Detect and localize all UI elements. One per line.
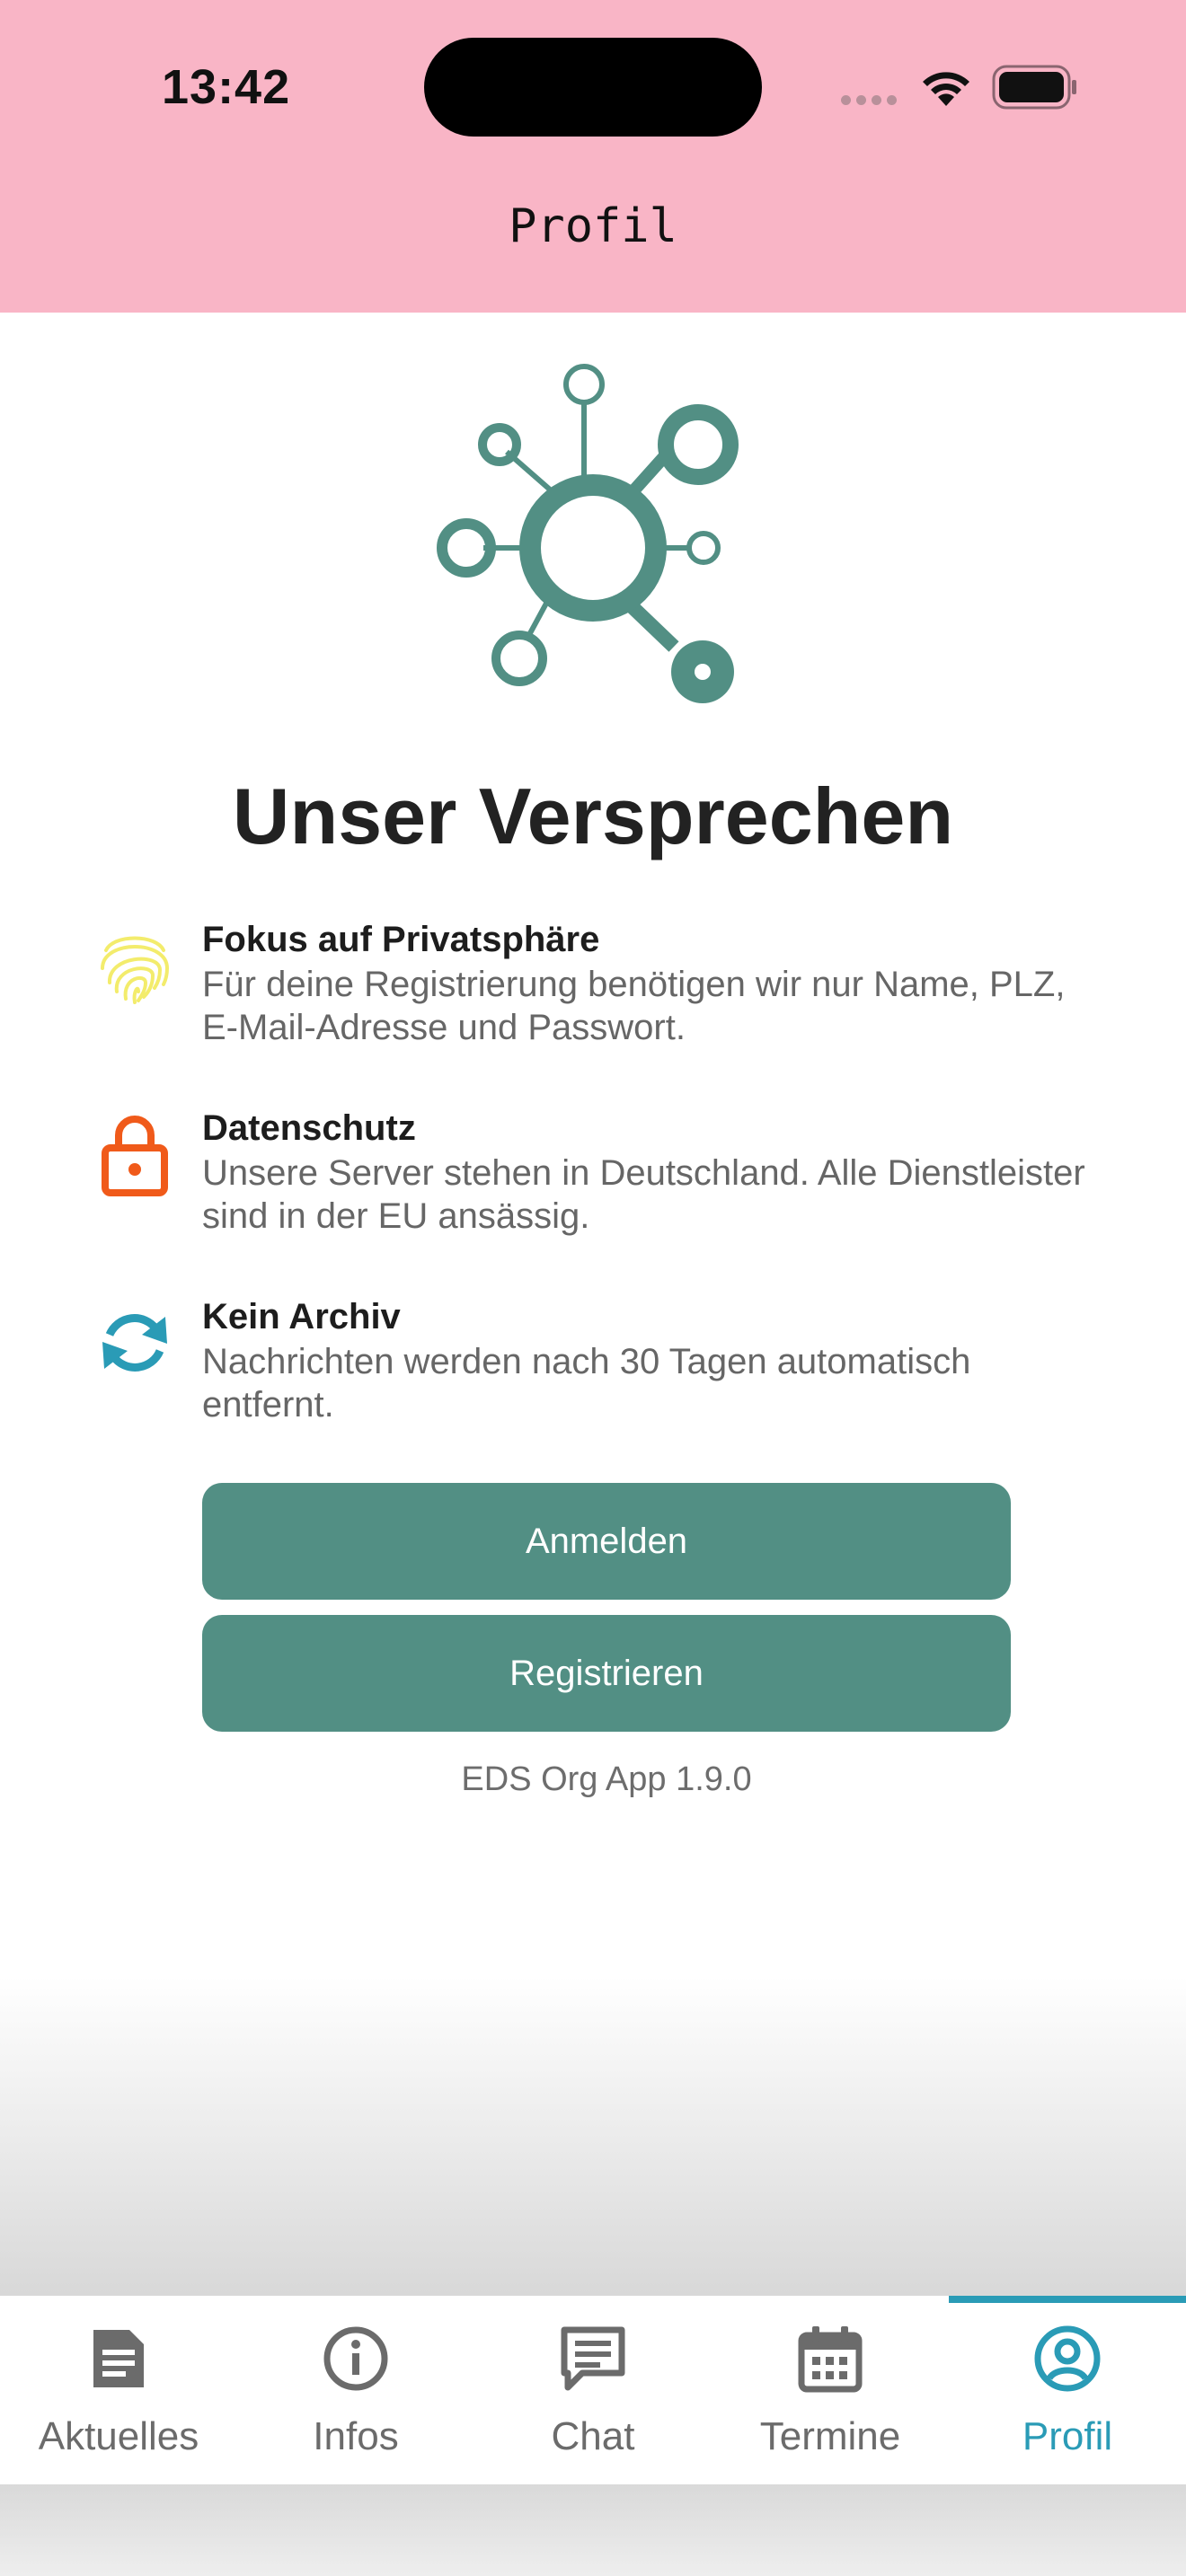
- fingerprint-icon: [101, 936, 170, 1004]
- tab-label: Chat: [551, 2414, 635, 2458]
- feature-title: Kein Archiv: [202, 1297, 401, 1337]
- feature-title: Fokus auf Privatsphäre: [202, 920, 600, 959]
- battery-icon: [992, 65, 1076, 110]
- tab-bar: Aktuelles Infos Chat Termine Profil: [0, 2296, 1186, 2484]
- feature-description: Für deine Registrierung benötigen wir nu…: [202, 965, 1066, 1047]
- wifi-icon: [923, 72, 969, 106]
- tab-label: Aktuelles: [38, 2414, 199, 2458]
- lock-icon: [102, 1116, 168, 1196]
- feature-description: Unsere Server stehen in Deutschland. All…: [202, 1153, 1085, 1236]
- profile-icon: [1034, 2325, 1101, 2392]
- register-button[interactable]: Registrieren: [202, 1615, 1011, 1732]
- tab-aktuelles[interactable]: Aktuelles: [0, 2296, 237, 2484]
- tab-infos[interactable]: Infos: [237, 2296, 474, 2484]
- cellular-signal-icon: [841, 93, 902, 110]
- status-bar: 13:42 Profil: [0, 0, 1186, 313]
- info-icon: [323, 2326, 388, 2391]
- sync-icon: [102, 1314, 167, 1372]
- app-version: EDS Org App 1.9.0: [461, 1760, 752, 1798]
- tab-termine[interactable]: Termine: [712, 2296, 949, 2484]
- tab-profil[interactable]: Profil: [949, 2296, 1186, 2484]
- network-hub-icon: [437, 364, 739, 703]
- status-time: 13:42: [162, 60, 291, 114]
- page-title: Profil: [509, 199, 677, 253]
- feature-description: Nachrichten werden nach 30 Tagen automat…: [202, 1342, 971, 1425]
- tab-chat[interactable]: Chat: [474, 2296, 712, 2484]
- tab-label: Termine: [759, 2414, 901, 2458]
- active-tab-indicator: [949, 2296, 1186, 2303]
- tab-label: Profil: [1022, 2414, 1113, 2458]
- calendar-icon: [798, 2326, 863, 2393]
- dynamic-island: [424, 38, 762, 137]
- home-indicator-area: [0, 2484, 1186, 2576]
- tab-label: Infos: [313, 2414, 399, 2458]
- login-button[interactable]: Anmelden: [202, 1483, 1011, 1600]
- document-icon: [93, 2330, 144, 2387]
- page-heading: Unser Versprechen: [232, 772, 954, 860]
- feature-title: Datenschutz: [202, 1108, 416, 1148]
- chat-icon: [561, 2326, 625, 2391]
- tabbar-shadow: [0, 1976, 1186, 2296]
